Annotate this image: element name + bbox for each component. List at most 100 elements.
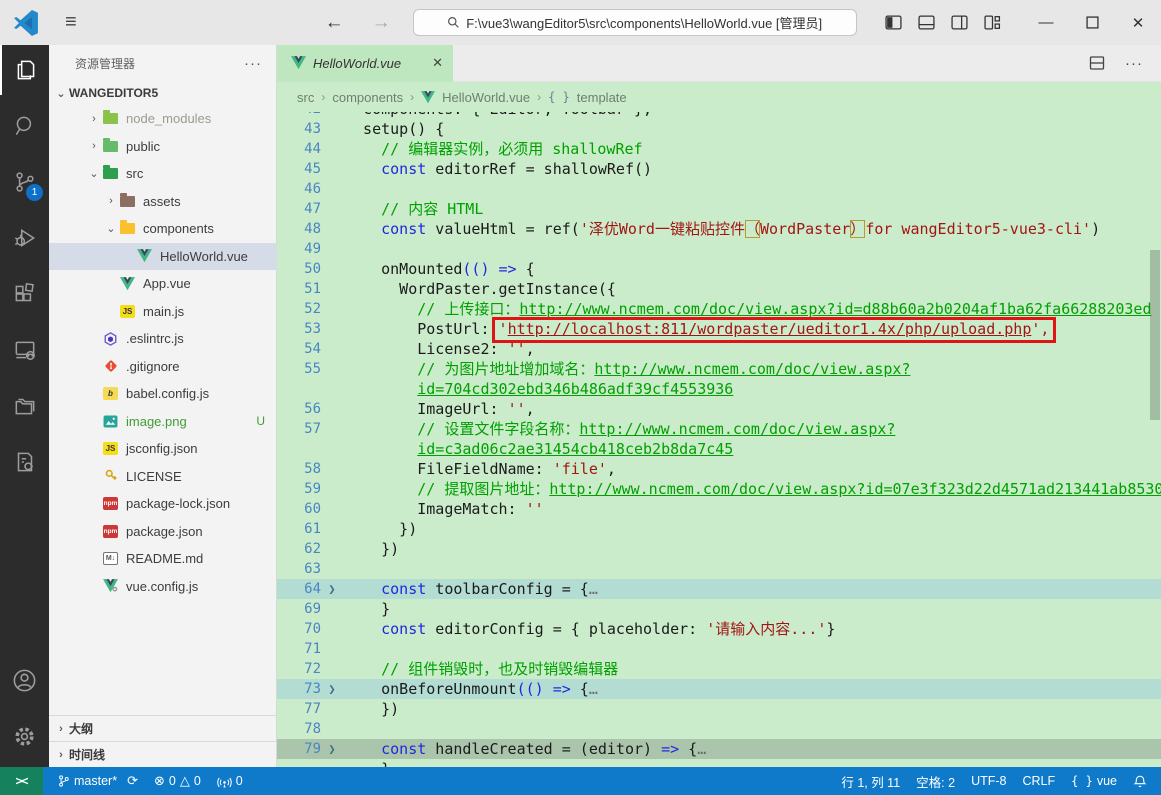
tree-item-HelloWorld.vue[interactable]: HelloWorld.vue	[49, 243, 277, 271]
code-line-53[interactable]: 53 PostUrl: 'http://localhost:811/wordpa…	[277, 319, 1161, 339]
nav-back-icon[interactable]: ←	[325, 12, 344, 34]
tree-item-package.json[interactable]: npmpackage.json	[49, 518, 277, 546]
menu-hamburger-icon[interactable]: ≡	[65, 11, 77, 34]
tree-item-main.js[interactable]: JSmain.js	[49, 298, 277, 326]
chevron-right-icon[interactable]: ›	[86, 113, 102, 125]
code-line-wrap[interactable]: }	[277, 759, 1161, 767]
code-line-61[interactable]: 61 })	[277, 519, 1161, 539]
chevron-down-icon[interactable]: ⌄	[86, 167, 102, 180]
command-center-search[interactable]: F:\vue3\wangEditor5\src\components\Hello…	[413, 9, 857, 36]
editor-scrollbar[interactable]	[1149, 112, 1161, 767]
code-line-54[interactable]: 54 License2: '',	[277, 339, 1161, 359]
code-editor[interactable]: 42 components: { Editor, Toolbar },43 se…	[277, 112, 1161, 767]
breadcrumb-file[interactable]: HelloWorld.vue	[442, 90, 530, 105]
code-line-63[interactable]: 63	[277, 559, 1161, 579]
code-line-55[interactable]: 55 // 为图片地址增加域名：http://www.ncmem.com/doc…	[277, 359, 1161, 379]
code-line-78[interactable]: 78	[277, 719, 1161, 739]
language-mode-item[interactable]: { } vue	[1063, 774, 1125, 788]
code-line-51[interactable]: 51 WordPaster.getInstance({	[277, 279, 1161, 299]
project-manager-icon[interactable]	[0, 437, 49, 487]
tree-item-nodemodules[interactable]: ›node_modules	[49, 105, 277, 133]
tab-close-icon[interactable]: ✕	[432, 55, 443, 71]
code-line-77[interactable]: 77 })	[277, 699, 1161, 719]
split-editor-icon[interactable]	[1089, 55, 1105, 71]
source-control-icon[interactable]: 1	[0, 157, 49, 207]
outline-section[interactable]: › 大纲	[49, 715, 276, 741]
chevron-right-icon[interactable]: ›	[103, 195, 119, 207]
code-line-50[interactable]: 50 onMounted(() => {	[277, 259, 1161, 279]
code-line-72[interactable]: 72 // 组件销毁时，也及时销毁编辑器	[277, 659, 1161, 679]
tree-item-vue.config.js[interactable]: vue.config.js	[49, 573, 277, 601]
tree-item-assets[interactable]: ›assets	[49, 188, 277, 216]
code-line-wrap[interactable]: id=704cd302ebd346b486adf39cf4553936	[277, 379, 1161, 399]
breadcrumb-src[interactable]: src	[297, 90, 314, 105]
window-close-button[interactable]: ✕	[1115, 0, 1161, 45]
toggle-panel-icon[interactable]	[918, 14, 935, 31]
code-line-45[interactable]: 45 const editorRef = shallowRef()	[277, 159, 1161, 179]
tree-item-babel.config.js[interactable]: bbabel.config.js	[49, 380, 277, 408]
code-line-69[interactable]: 69 }	[277, 599, 1161, 619]
notifications-item[interactable]	[1125, 774, 1161, 789]
code-line-42[interactable]: 42 components: { Editor, Toolbar },	[277, 112, 1161, 119]
code-line-71[interactable]: 71	[277, 639, 1161, 659]
code-line-46[interactable]: 46	[277, 179, 1161, 199]
code-line-47[interactable]: 47 // 内容 HTML	[277, 199, 1161, 219]
fold-chevron-icon[interactable]: ❯	[321, 739, 343, 759]
code-line-57[interactable]: 57 // 设置文件字段名称：http://www.ncmem.com/doc/…	[277, 419, 1161, 439]
tab-helloworld[interactable]: HelloWorld.vue ✕	[277, 45, 453, 82]
explorer-icon[interactable]	[0, 45, 49, 95]
tree-item-App.vue[interactable]: App.vue	[49, 270, 277, 298]
fold-chevron-icon[interactable]: ❯	[321, 679, 343, 699]
code-line-48[interactable]: 48 const valueHtml = ref('泽优Word一键粘贴控件（W…	[277, 219, 1161, 239]
scrollbar-thumb[interactable]	[1150, 250, 1160, 420]
code-line-wrap[interactable]: id=c3ad06c2ae31454cb418ceb2b8da7c45	[277, 439, 1161, 459]
tree-item-image.png[interactable]: image.pngU	[49, 408, 277, 436]
code-line-73[interactable]: 73❯ onBeforeUnmount(() => {…	[277, 679, 1161, 699]
encoding-item[interactable]: UTF-8	[963, 774, 1014, 788]
code-line-62[interactable]: 62 })	[277, 539, 1161, 559]
customize-layout-icon[interactable]	[984, 14, 1001, 31]
run-debug-icon[interactable]	[0, 213, 49, 263]
project-root-row[interactable]: ⌄ WANGEDITOR5	[49, 81, 276, 105]
tree-item-.eslintrc.js[interactable]: .eslintrc.js	[49, 325, 277, 353]
window-maximize-button[interactable]	[1069, 0, 1115, 45]
code-line-70[interactable]: 70 const editorConfig = { placeholder: '…	[277, 619, 1161, 639]
code-line-58[interactable]: 58 FileFieldName: 'file',	[277, 459, 1161, 479]
tree-item-components[interactable]: ⌄components	[49, 215, 277, 243]
tree-item-public[interactable]: ›public	[49, 133, 277, 161]
code-line-44[interactable]: 44 // 编辑器实例，必须用 shallowRef	[277, 139, 1161, 159]
editor-more-actions-icon[interactable]: ···	[1125, 55, 1143, 72]
ports-item[interactable]: 0	[209, 767, 251, 795]
tree-item-.gitignore[interactable]: .gitignore	[49, 353, 277, 381]
code-line-49[interactable]: 49	[277, 239, 1161, 259]
breadcrumb-symbol[interactable]: template	[577, 90, 627, 105]
indentation-item[interactable]: 空格: 2	[908, 772, 963, 791]
code-line-64[interactable]: 64❯ const toolbarConfig = {…	[277, 579, 1161, 599]
remote-indicator[interactable]: ><	[0, 767, 43, 795]
tree-item-README.md[interactable]: M↓README.md	[49, 545, 277, 573]
code-line-56[interactable]: 56 ImageUrl: '',	[277, 399, 1161, 419]
search-sidebar-icon[interactable]	[0, 101, 49, 151]
tree-item-LICENSE[interactable]: LICENSE	[49, 463, 277, 491]
git-branch-item[interactable]: master* ⟳	[49, 767, 146, 795]
code-line-79[interactable]: 79❯ const handleCreated = (editor) => {…	[277, 739, 1161, 759]
sidebar-more-icon[interactable]: ···	[244, 55, 262, 72]
code-line-43[interactable]: 43 setup() {	[277, 119, 1161, 139]
chevron-down-icon[interactable]: ⌄	[103, 222, 119, 235]
eol-item[interactable]: CRLF	[1015, 774, 1064, 788]
window-minimize-button[interactable]: —	[1023, 0, 1069, 45]
code-line-59[interactable]: 59 // 提取图片地址：http://www.ncmem.com/doc/vi…	[277, 479, 1161, 499]
breadcrumb-components[interactable]: components	[332, 90, 403, 105]
settings-gear-icon[interactable]	[0, 711, 49, 761]
problems-item[interactable]: ⊗ 0 △ 0	[146, 767, 209, 795]
toggle-secondary-sidebar-icon[interactable]	[951, 14, 968, 31]
tree-item-package-lock.json[interactable]: npmpackage-lock.json	[49, 490, 277, 518]
tree-item-src[interactable]: ⌄src	[49, 160, 277, 188]
toggle-sidebar-icon[interactable]	[885, 14, 902, 31]
tree-item-jsconfig.json[interactable]: JSjsconfig.json	[49, 435, 277, 463]
sync-icon[interactable]: ⟳	[127, 773, 138, 789]
code-line-52[interactable]: 52 // 上传接口：http://www.ncmem.com/doc/view…	[277, 299, 1161, 319]
timeline-section[interactable]: › 时间线	[49, 741, 276, 767]
chevron-right-icon[interactable]: ›	[86, 140, 102, 152]
code-line-60[interactable]: 60 ImageMatch: ''	[277, 499, 1161, 519]
